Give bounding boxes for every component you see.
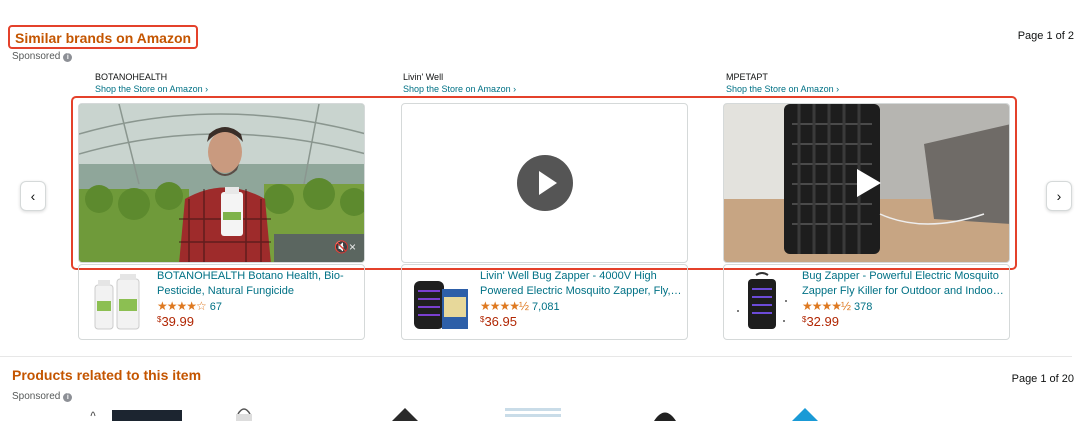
product-title-link[interactable]: Bug Zapper - Powerful Electric Mosquito … [802, 269, 1004, 299]
brand-video-botanohealth[interactable]: 🔇× [78, 103, 365, 263]
product-rating[interactable]: ★★★★½ 7,081 [480, 299, 560, 313]
star-rating-icon: ★★★★½ [480, 299, 529, 313]
brand-video-livin-well[interactable] [401, 103, 688, 263]
play-icon[interactable] [516, 155, 573, 211]
page-indicator: Page 1 of 20 [1011, 373, 1074, 385]
product-image [737, 272, 787, 329]
product-price: $36.95 [480, 314, 517, 329]
related-product-image[interactable] [650, 404, 680, 421]
section-divider [0, 356, 1072, 357]
related-product-image[interactable] [230, 404, 260, 421]
star-rating-icon: ★★★★☆ [157, 299, 207, 313]
shop-store-link[interactable]: Shop the Store on Amazon › [95, 84, 208, 94]
product-title-link[interactable]: Livin' Well Bug Zapper - 4000V High Powe… [480, 269, 682, 299]
carousel-next-button[interactable]: › [1046, 181, 1072, 211]
product-card[interactable]: Livin' Well Bug Zapper - 4000V High Powe… [401, 264, 688, 340]
related-product-image[interactable] [503, 404, 563, 421]
product-card[interactable]: Bug Zapper - Powerful Electric Mosquito … [723, 264, 1010, 340]
mute-icon[interactable]: 🔇× [334, 240, 356, 254]
info-icon[interactable]: i [63, 53, 73, 62]
related-product-image[interactable] [390, 404, 420, 421]
related-product-image[interactable] [790, 404, 820, 421]
sponsored-label: Sponsored i [12, 51, 73, 62]
product-title-link[interactable]: BOTANOHEALTH Botano Health, Bio-Pesticid… [157, 269, 359, 299]
product-rating[interactable]: ★★★★☆ 67 [157, 299, 222, 313]
greenhouse-video-frame [79, 104, 364, 262]
related-products-title: Products related to this item [12, 367, 202, 383]
page-indicator: Page 1 of 2 [1017, 30, 1074, 42]
sponsored-label: Sponsored i [12, 391, 73, 402]
brand-name-mpetapt: MPETAPT [726, 72, 768, 82]
play-icon[interactable] [856, 169, 881, 197]
product-image [414, 281, 468, 329]
product-rating[interactable]: ★★★★½ 378 [802, 299, 872, 313]
brand-name-botanohealth: BOTANOHEALTH [95, 72, 168, 82]
brand-name-livin-well: Livin' Well [403, 72, 444, 82]
info-icon[interactable]: i [63, 393, 73, 402]
related-product-image[interactable] [85, 404, 185, 421]
shop-store-link[interactable]: Shop the Store on Amazon › [403, 84, 516, 94]
brand-video-mpetapt[interactable] [723, 103, 1010, 263]
product-price: $32.99 [802, 314, 839, 329]
product-card[interactable]: BOTANOHEALTH Botano Health, Bio-Pesticid… [78, 264, 365, 340]
star-rating-icon: ★★★★½ [802, 299, 851, 313]
similar-brands-title: Similar brands on Amazon [8, 25, 199, 49]
shop-store-link[interactable]: Shop the Store on Amazon › [726, 84, 839, 94]
carousel-prev-button[interactable]: ‹ [20, 181, 46, 211]
product-image [94, 274, 140, 330]
product-price: $39.99 [157, 314, 194, 329]
